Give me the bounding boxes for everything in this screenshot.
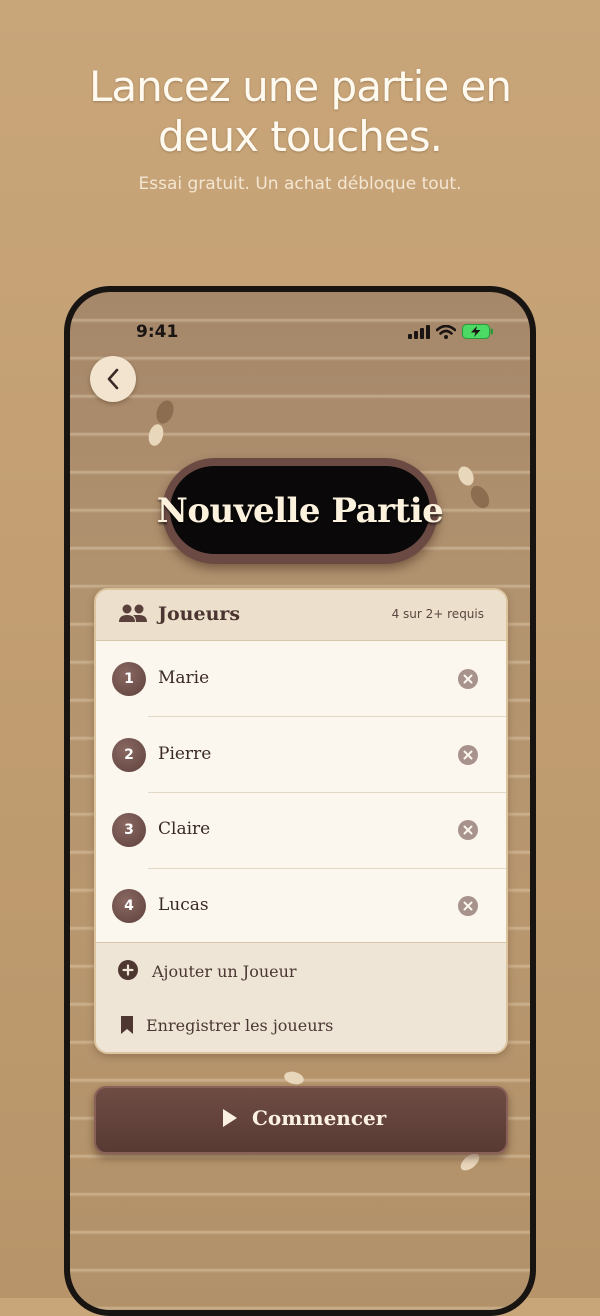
players-card-header: Joueurs 4 sur 2+ requis xyxy=(96,590,506,641)
status-icons xyxy=(408,324,494,339)
page-title: Nouvelle Partie xyxy=(156,491,444,531)
player-number-badge: 4 xyxy=(112,889,146,923)
player-number-badge: 1 xyxy=(112,662,146,696)
wifi-icon xyxy=(436,324,456,339)
players-count: 4 sur 2+ requis xyxy=(391,607,484,621)
headline-line-2: deux touches. xyxy=(158,112,443,161)
headline-line-1: Lancez une partie en xyxy=(89,62,512,111)
chevron-left-icon xyxy=(107,368,119,390)
save-players-label: Enregistrer les joueurs xyxy=(146,1016,334,1035)
add-player-button[interactable]: Ajouter un Joueur xyxy=(96,942,506,1000)
battery-charging-icon xyxy=(462,324,493,339)
player-row[interactable]: 1 Marie xyxy=(96,641,506,717)
phone-frame: 9:41 Nouvelle Partie Joueurs 4 sur 2+ re… xyxy=(64,286,536,1316)
save-players-button[interactable]: Enregistrer les joueurs xyxy=(96,999,506,1052)
footprint-decoration xyxy=(148,400,174,446)
close-circle-icon[interactable] xyxy=(458,896,478,916)
people-icon xyxy=(119,604,147,622)
signal-icon xyxy=(408,324,430,339)
plus-circle-icon xyxy=(118,960,138,980)
player-row[interactable]: 3 Claire xyxy=(96,792,506,868)
play-icon xyxy=(223,1109,237,1127)
player-name: Claire xyxy=(158,819,211,839)
headline: Lancez une partie en deux touches. xyxy=(0,62,600,162)
player-number-badge: 3 xyxy=(112,813,146,847)
players-title: Joueurs xyxy=(158,603,241,625)
status-bar: 9:41 xyxy=(70,312,530,342)
bookmark-icon xyxy=(121,1016,133,1034)
headline-subtitle: Essai gratuit. Un achat débloque tout. xyxy=(138,174,462,194)
status-time: 9:41 xyxy=(136,322,179,342)
close-circle-icon[interactable] xyxy=(458,745,478,765)
player-name: Marie xyxy=(158,668,210,688)
close-circle-icon[interactable] xyxy=(458,669,478,689)
back-button[interactable] xyxy=(90,356,136,402)
player-row[interactable]: 2 Pierre xyxy=(96,717,506,793)
close-circle-icon[interactable] xyxy=(458,820,478,840)
player-name: Pierre xyxy=(158,744,212,764)
player-row[interactable]: 4 Lucas xyxy=(96,868,506,944)
start-game-button[interactable]: Commencer xyxy=(94,1086,508,1154)
players-card: Joueurs 4 sur 2+ requis 1 Marie 2 Pierre xyxy=(94,588,508,1054)
start-game-label: Commencer xyxy=(252,1106,387,1130)
add-player-label: Ajouter un Joueur xyxy=(152,962,297,981)
player-number-badge: 2 xyxy=(112,738,146,772)
player-name: Lucas xyxy=(158,895,209,915)
phone-screen: 9:41 Nouvelle Partie Joueurs 4 sur 2+ re… xyxy=(70,292,530,1310)
